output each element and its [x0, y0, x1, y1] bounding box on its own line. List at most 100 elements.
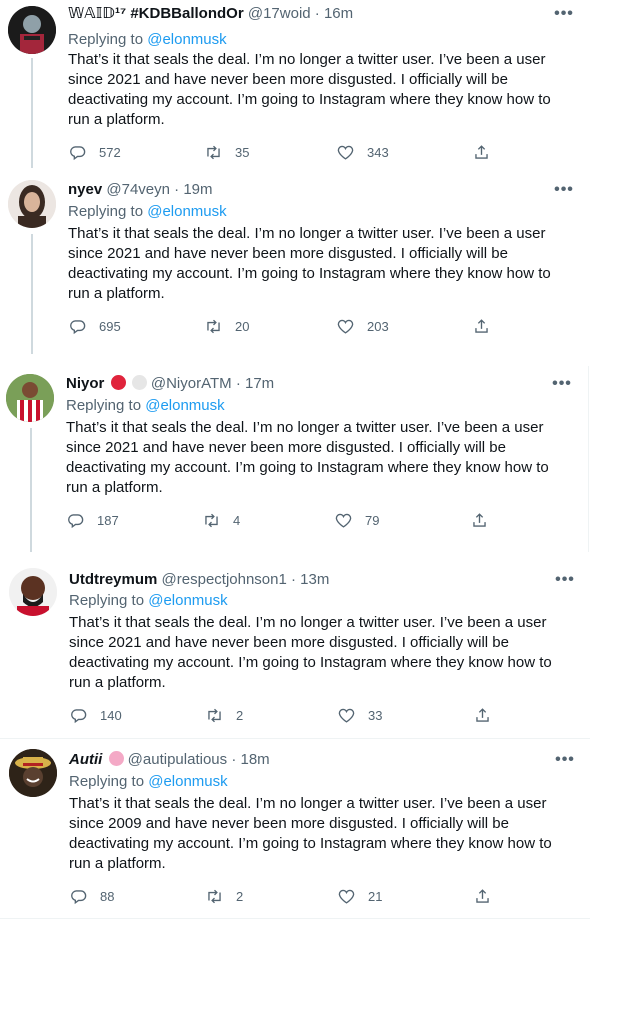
tweet-actions: 187 4 79 [66, 510, 506, 530]
thread-line [31, 234, 33, 354]
more-icon[interactable]: ••• [554, 6, 574, 28]
tweet-text: That’s it that seals the deal. I’m no lo… [68, 225, 551, 302]
retweet-icon [207, 145, 220, 159]
tweet-text: That’s it that seals the deal. I’m no lo… [66, 419, 549, 496]
tweet[interactable]: Autii @autipulatious · 18m ••• Replying … [0, 743, 590, 919]
handle[interactable]: @NiyorATM [151, 375, 232, 392]
replying-to: Replying to @elonmusk [68, 30, 227, 50]
reply-icon [68, 513, 84, 528]
tweet-header: Utdtreymum @respectjohnson1 · 13m [69, 570, 329, 590]
like-count: 33 [368, 707, 383, 723]
retweet-count: 20 [235, 318, 250, 334]
tweet-actions: 572 35 343 [68, 142, 508, 162]
replying-to-label: Replying to [68, 203, 144, 220]
like-count: 343 [367, 144, 389, 160]
heart-icon [337, 145, 354, 160]
tweet[interactable]: 𝕎𝔸𝕀𝔻¹⁷ #KDBBallondOr @17woid · 16m ••• R… [0, 0, 590, 180]
mention-link[interactable]: @elonmusk [148, 773, 227, 790]
reply-icon [71, 708, 87, 723]
tweet-actions: 695 20 203 [68, 316, 508, 336]
handle[interactable]: @74veyn [106, 181, 170, 198]
mention-link[interactable]: @elonmusk [145, 397, 224, 414]
share-button[interactable] [472, 316, 491, 336]
replying-to: Replying to @elonmusk [66, 396, 225, 416]
mention-link[interactable]: @elonmusk [148, 592, 227, 609]
retweet-icon [205, 513, 218, 527]
pill-icon [108, 751, 124, 766]
retweet-button[interactable]: 2 [205, 886, 243, 906]
share-icon [475, 144, 488, 159]
retweet-icon [208, 889, 221, 903]
share-icon [476, 888, 489, 903]
more-icon[interactable]: ••• [552, 376, 572, 398]
display-name[interactable]: nyev [68, 181, 102, 198]
reply-icon [70, 145, 86, 160]
white-circle-icon [131, 375, 147, 390]
reply-count: 140 [100, 707, 122, 723]
avatar[interactable] [8, 6, 56, 54]
avatar[interactable] [6, 374, 54, 422]
avatar[interactable] [9, 749, 57, 797]
tweet[interactable]: Niyor @NiyorATM · 17m ••• Replying to @e… [0, 368, 590, 556]
more-icon[interactable]: ••• [555, 572, 575, 594]
mention-link[interactable]: @elonmusk [147, 203, 226, 220]
timestamp[interactable]: · 19m [174, 181, 212, 198]
retweet-count: 2 [236, 707, 244, 723]
share-button[interactable] [473, 705, 492, 725]
thread-line [30, 428, 32, 552]
like-button[interactable]: 203 [336, 316, 389, 336]
handle[interactable]: @17woid [248, 5, 311, 22]
reply-button[interactable]: 695 [68, 316, 121, 336]
share-button[interactable] [470, 510, 489, 530]
tweet[interactable]: Utdtreymum @respectjohnson1 · 13m ••• Re… [0, 562, 590, 738]
timestamp[interactable]: · 18m [231, 751, 269, 768]
retweet-icon [207, 319, 220, 333]
timestamp[interactable]: · 16m [315, 5, 353, 22]
replying-to-label: Replying to [69, 592, 145, 609]
reply-button[interactable]: 572 [68, 142, 121, 162]
reply-button[interactable]: 187 [66, 510, 119, 530]
heart-icon [335, 513, 352, 528]
tweet-header: nyev @74veyn · 19m [68, 180, 213, 200]
tweet-actions: 140 2 33 [69, 705, 509, 725]
retweet-button[interactable]: 20 [204, 316, 249, 336]
avatar[interactable] [9, 568, 57, 616]
retweet-button[interactable]: 4 [202, 510, 240, 530]
like-button[interactable]: 21 [337, 886, 382, 906]
reply-count: 187 [97, 512, 119, 528]
retweet-count: 2 [236, 888, 244, 904]
reply-button[interactable]: 140 [69, 705, 122, 725]
reply-count: 572 [99, 144, 121, 160]
retweet-button[interactable]: 35 [204, 142, 249, 162]
replying-to: Replying to @elonmusk [69, 772, 228, 792]
display-name[interactable]: Niyor [66, 375, 104, 392]
reply-button[interactable]: 88 [69, 886, 114, 906]
timestamp[interactable]: · 13m [291, 571, 329, 588]
more-icon[interactable]: ••• [555, 752, 575, 774]
mention-link[interactable]: @elonmusk [147, 31, 226, 48]
handle[interactable]: @autipulatious [128, 751, 227, 768]
share-icon [476, 707, 489, 722]
display-name[interactable]: Utdtreymum [69, 571, 157, 588]
tweet[interactable]: nyev @74veyn · 19m ••• Replying to @elon… [0, 174, 590, 366]
replying-to-label: Replying to [66, 397, 142, 414]
share-button[interactable] [473, 886, 492, 906]
replying-to: Replying to @elonmusk [68, 202, 227, 222]
more-icon[interactable]: ••• [554, 182, 574, 204]
handle[interactable]: @respectjohnson1 [162, 571, 287, 588]
tweet-divider [0, 918, 590, 919]
avatar[interactable] [8, 180, 56, 228]
like-button[interactable]: 33 [337, 705, 382, 725]
share-button[interactable] [472, 142, 491, 162]
like-button[interactable]: 343 [336, 142, 389, 162]
display-name[interactable]: Autii [69, 751, 102, 768]
tweet-header: Autii @autipulatious · 18m [69, 750, 270, 770]
retweet-button[interactable]: 2 [205, 705, 243, 725]
display-name[interactable]: 𝕎𝔸𝕀𝔻¹⁷ #KDBBallondOr [68, 5, 244, 22]
share-icon [473, 512, 486, 527]
like-count: 203 [367, 318, 389, 334]
like-count: 21 [368, 888, 383, 904]
like-button[interactable]: 79 [334, 510, 379, 530]
timestamp[interactable]: · 17m [236, 375, 274, 392]
tweet-header: Niyor @NiyorATM · 17m [66, 374, 274, 394]
